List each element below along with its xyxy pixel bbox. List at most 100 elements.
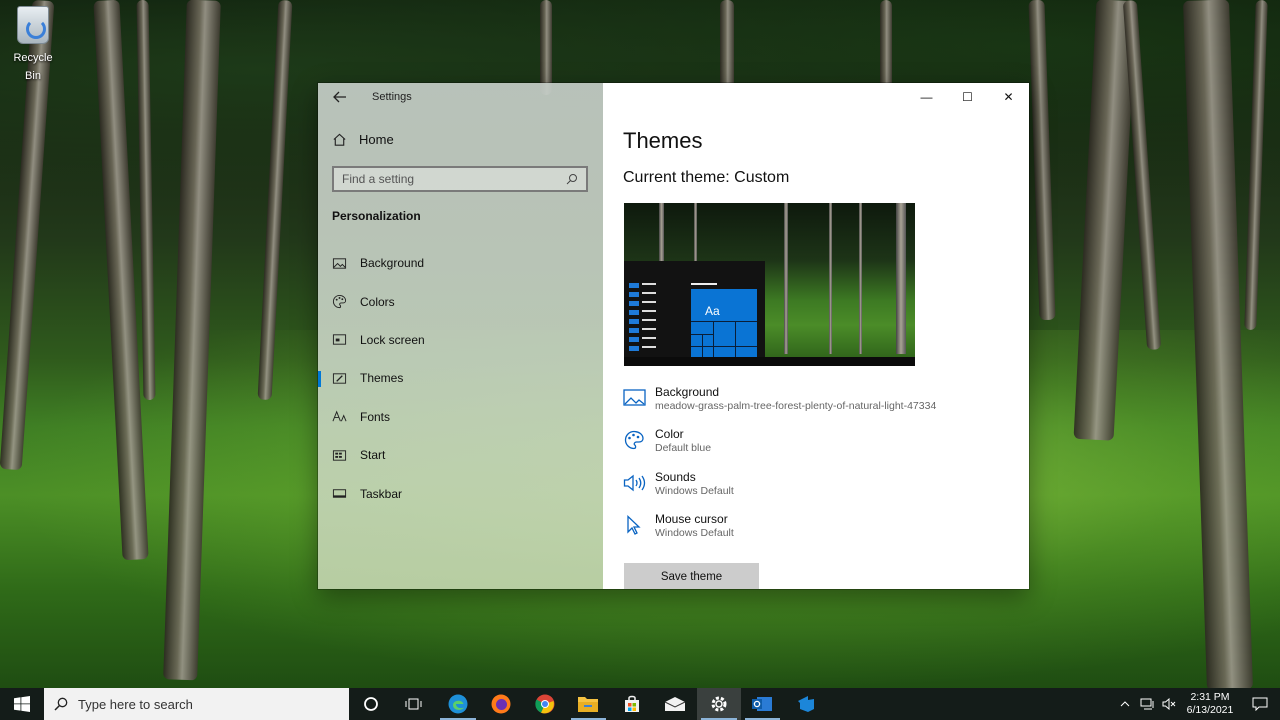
- recycle-bin-label: Recycle Bin: [13, 52, 53, 82]
- current-theme-heading: Current theme: Custom: [623, 169, 790, 186]
- nav-item-lock-screen[interactable]: Lock screen: [318, 321, 603, 359]
- nav-item-label: Background: [360, 256, 425, 271]
- taskbar-app-store[interactable]: [610, 688, 654, 720]
- clock[interactable]: 2:31 PM 6/13/2021: [1180, 691, 1240, 717]
- mail-icon: [665, 697, 686, 711]
- firefox-icon: [491, 694, 511, 714]
- taskbar-app-edge[interactable]: [436, 688, 480, 720]
- nav-item-colors[interactable]: Colors: [318, 282, 603, 320]
- title-bar: Settings: [318, 83, 603, 111]
- nav-item-label: Colors: [360, 294, 395, 309]
- system-tray: 2:31 PM 6/13/2021: [1114, 688, 1280, 720]
- minimize-button[interactable]: —: [906, 83, 947, 110]
- edge-icon: [448, 694, 468, 714]
- nav-item-themes[interactable]: Themes: [318, 359, 603, 397]
- font-icon: [332, 410, 347, 422]
- save-theme-button[interactable]: Save theme: [624, 563, 759, 589]
- taskbar-search[interactable]: [44, 688, 349, 720]
- back-button[interactable]: [318, 83, 362, 111]
- home-icon: [333, 133, 346, 146]
- nav-item-label: Start: [360, 448, 386, 463]
- taskbar-app-settings[interactable]: [697, 688, 741, 720]
- azure-devops-icon: [797, 696, 814, 712]
- start-button[interactable]: [0, 688, 44, 720]
- volume-muted-icon: [1162, 698, 1176, 710]
- taskbar-app-outlook[interactable]: [741, 688, 785, 720]
- theme-background-setting[interactable]: Background meadow-grass-palm-tree-forest…: [623, 383, 936, 425]
- theme-color-setting[interactable]: Color Default blue: [623, 425, 936, 467]
- file-explorer-icon: [578, 697, 599, 712]
- taskbar-icon: [332, 489, 347, 498]
- property-title: Mouse cursor: [655, 512, 728, 527]
- property-value: Windows Default: [655, 527, 734, 540]
- taskbar-app-firefox[interactable]: [480, 688, 524, 720]
- task-view-button[interactable]: [393, 688, 437, 720]
- clock-time: 2:31 PM: [1190, 691, 1230, 703]
- taskbar-app-azure-devops[interactable]: [784, 688, 828, 720]
- preview-taskbar: [624, 357, 915, 366]
- picture-icon: [623, 389, 646, 406]
- notification-icon: [1252, 697, 1268, 711]
- recycle-bin-icon[interactable]: Recycle Bin: [4, 4, 62, 84]
- property-title: Sounds: [655, 469, 696, 484]
- outlook-icon: [752, 697, 773, 711]
- taskbar-search-input[interactable]: [78, 696, 318, 712]
- preview-tile: Aa: [691, 289, 757, 360]
- nav-item-taskbar[interactable]: Taskbar: [318, 474, 603, 512]
- nav-item-label: Themes: [360, 371, 404, 386]
- palette-icon: [332, 295, 347, 309]
- home-label: Home: [359, 132, 394, 147]
- taskbar-app-file-explorer[interactable]: [567, 688, 611, 720]
- nav-item-label: Taskbar: [360, 486, 403, 501]
- start-icon: [332, 449, 347, 461]
- speaker-icon: [623, 474, 646, 492]
- windows-logo-icon: [14, 696, 30, 712]
- theme-sounds-setting[interactable]: Sounds Windows Default: [623, 468, 936, 510]
- personalization-nav: Background Colors Lock screen Themes Fon…: [318, 244, 603, 513]
- palette-icon: [624, 431, 644, 450]
- app-title: Settings: [372, 91, 412, 103]
- home-link[interactable]: Home: [332, 132, 394, 147]
- show-hidden-icons-button[interactable]: [1114, 688, 1136, 720]
- property-title: Background: [655, 385, 720, 399]
- cortana-button[interactable]: [349, 688, 393, 720]
- page-title: Themes: [623, 128, 703, 153]
- brush-icon: [332, 373, 347, 384]
- settings-icon: [711, 696, 727, 712]
- recycle-bin-graphic: [17, 6, 49, 44]
- nav-item-label: Lock screen: [360, 332, 425, 347]
- theme-preview[interactable]: Aa: [624, 203, 915, 366]
- cursor-icon: [627, 515, 641, 536]
- nav-item-label: Fonts: [360, 409, 391, 424]
- property-title: Color: [655, 427, 684, 442]
- volume-button[interactable]: [1158, 688, 1180, 720]
- network-icon: [1140, 698, 1154, 710]
- network-button[interactable]: [1136, 688, 1158, 720]
- nav-item-start[interactable]: Start: [318, 436, 603, 474]
- preview-tile-text: Aa: [705, 304, 720, 318]
- property-value: Windows Default: [655, 484, 734, 497]
- nav-item-fonts[interactable]: Fonts: [318, 398, 603, 436]
- action-center-button[interactable]: [1240, 697, 1280, 711]
- taskbar-app-mail[interactable]: [654, 688, 698, 720]
- nav-item-background[interactable]: Background: [318, 244, 603, 282]
- lock-screen-icon: [332, 334, 347, 346]
- clock-date: 6/13/2021: [1186, 704, 1234, 716]
- theme-mouse-cursor-setting[interactable]: Mouse cursor Windows Default: [623, 510, 936, 552]
- property-value: Default blue: [655, 442, 712, 455]
- chrome-icon: [535, 694, 555, 714]
- find-setting-input[interactable]: [342, 172, 566, 186]
- property-value: meadow-grass-palm-tree-forest-plenty-of-…: [655, 400, 937, 412]
- chevron-up-icon: [1120, 701, 1130, 707]
- find-setting-search[interactable]: [332, 166, 588, 192]
- window-controls: — ☐ ✕: [906, 83, 1029, 110]
- taskbar-app-chrome[interactable]: [523, 688, 567, 720]
- section-title: Personalization: [332, 209, 421, 223]
- search-icon: [566, 174, 577, 185]
- theme-properties: Background meadow-grass-palm-tree-forest…: [623, 383, 936, 553]
- maximize-button[interactable]: ☐: [947, 83, 988, 110]
- taskbar: 2:31 PM 6/13/2021: [0, 688, 1280, 720]
- cortana-icon: [363, 697, 378, 711]
- close-button[interactable]: ✕: [988, 83, 1029, 110]
- picture-icon: [332, 258, 347, 269]
